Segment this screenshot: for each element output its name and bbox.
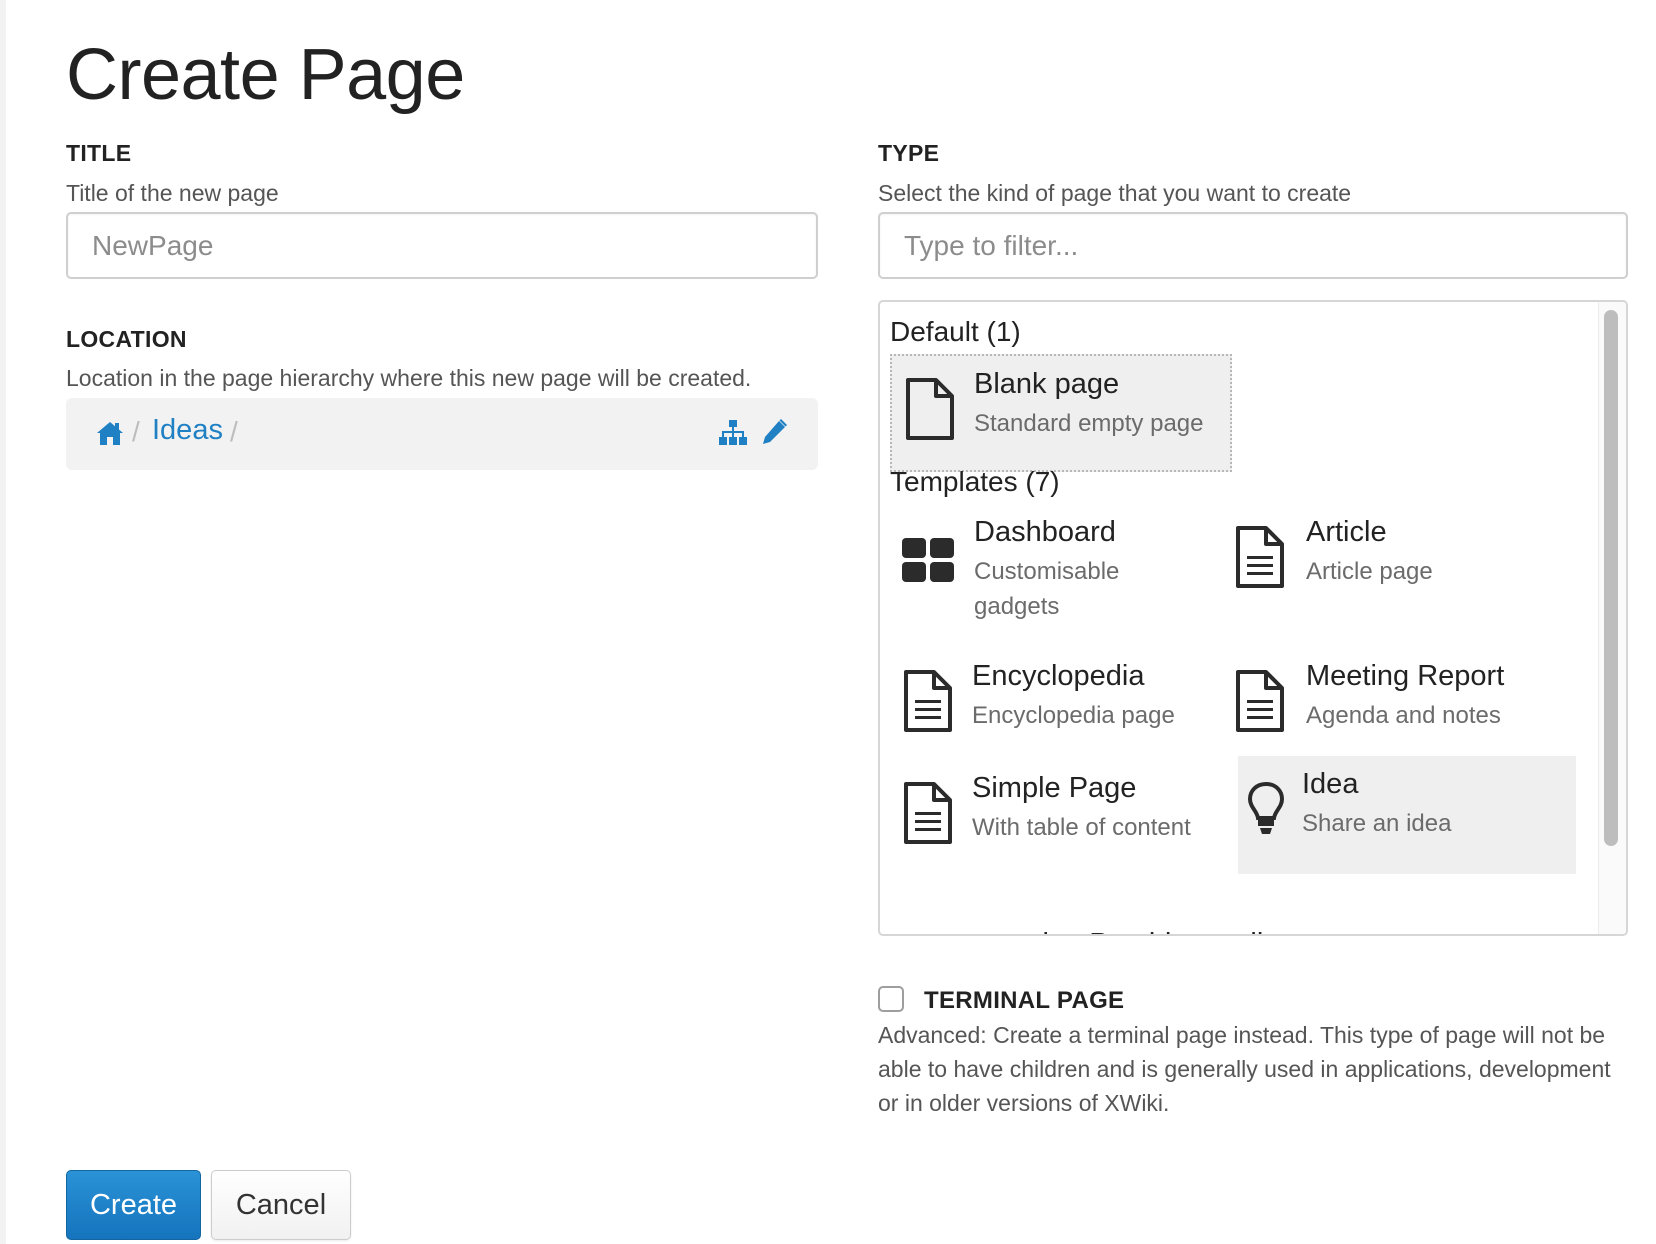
group-heading-templates: Templates (7)	[890, 466, 1060, 497]
template-desc: Agenda and notes	[1306, 702, 1501, 729]
template-name: Article	[1306, 516, 1387, 548]
cancel-button[interactable]: Cancel	[211, 1170, 351, 1240]
template-name: Idea	[1302, 768, 1359, 800]
terminal-page-description: Advanced: Create a terminal page instead…	[878, 1022, 1611, 1116]
sitemap-icon[interactable]	[718, 419, 748, 447]
document-icon	[1236, 670, 1284, 732]
scrollbar-track[interactable]	[1598, 302, 1626, 934]
scrollbar-thumb[interactable]	[1604, 310, 1618, 846]
template-desc: With table of content	[972, 814, 1191, 841]
template-xpoll[interactable]: templateProvider.xpoll.name	[978, 928, 1344, 934]
template-desc: Customisable gadgets	[974, 558, 1120, 620]
home-icon[interactable]	[96, 420, 124, 446]
page-title: Create Page	[66, 35, 465, 115]
terminal-page-label: TERMINAL PAGE	[924, 987, 1125, 1014]
blank-page-icon	[906, 378, 954, 440]
document-icon	[904, 782, 952, 844]
template-meeting-report[interactable]: Meeting Report Agenda and notes	[1222, 648, 1564, 766]
group-heading-default: Default (1)	[890, 316, 1021, 347]
document-icon	[904, 670, 952, 732]
template-desc: Encyclopedia page	[972, 702, 1175, 729]
template-dashboard[interactable]: Dashboard Customisable gadgets	[890, 504, 1232, 622]
template-desc: Article page	[1306, 558, 1433, 585]
breadcrumb-separator: /	[132, 416, 140, 447]
template-desc: Share an idea	[1302, 810, 1452, 837]
location-breadcrumb: / Ideas /	[66, 398, 818, 470]
dashboard-icon	[902, 538, 954, 582]
lightbulb-icon	[1247, 781, 1285, 834]
template-encyclopedia[interactable]: Encyclopedia Encyclopedia page	[890, 648, 1232, 766]
left-edge-border	[0, 0, 6, 1244]
breadcrumb-ideas-link[interactable]: Ideas	[152, 414, 223, 447]
template-article[interactable]: Article Article page	[1222, 504, 1564, 622]
template-name: Dashboard	[974, 516, 1116, 548]
template-name: Blank page	[974, 368, 1120, 400]
title-label: TITLE	[66, 140, 132, 166]
title-input[interactable]	[66, 212, 818, 279]
template-blank-page[interactable]: Blank page Standard empty page	[890, 354, 1232, 472]
terminal-page-checkbox[interactable]	[878, 986, 904, 1012]
document-icon	[1236, 526, 1284, 588]
type-label: TYPE	[878, 140, 940, 166]
type-hint: Select the kind of page that you want to…	[878, 180, 1352, 206]
create-button[interactable]: Create	[66, 1170, 201, 1240]
template-idea[interactable]: Idea Share an idea	[1238, 756, 1576, 874]
title-hint: Title of the new page	[66, 180, 279, 206]
template-name: Encyclopedia	[972, 660, 1145, 692]
pencil-icon[interactable]	[760, 418, 788, 446]
template-simple-page[interactable]: Simple Page With table of content	[890, 760, 1232, 878]
page-type-list[interactable]: Default (1) Blank page Standard empty pa…	[878, 300, 1628, 936]
location-label: LOCATION	[66, 326, 187, 352]
location-hint: Location in the page hierarchy where thi…	[66, 365, 752, 391]
template-name: Simple Page	[972, 772, 1137, 804]
template-desc: Standard empty page	[974, 410, 1204, 437]
type-filter-input[interactable]	[878, 212, 1628, 279]
breadcrumb-separator: /	[230, 416, 238, 447]
template-name: Meeting Report	[1306, 660, 1505, 692]
